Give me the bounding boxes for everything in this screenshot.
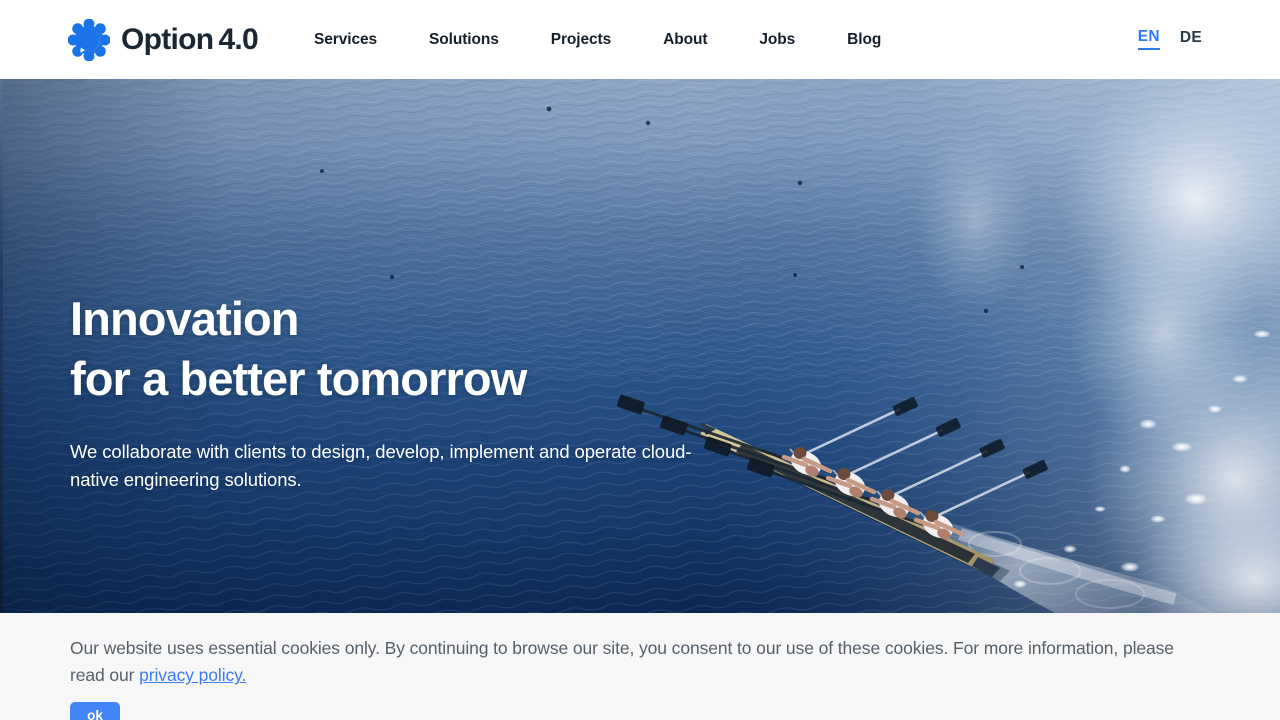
hero-title: Innovation for a better tomorrow (70, 289, 790, 409)
cookie-consent-banner: Our website uses essential cookies only.… (0, 613, 1280, 720)
cookie-accept-button[interactable]: ok (70, 701, 120, 720)
language-option-en[interactable]: EN (1137, 28, 1160, 50)
hero-subtitle: We collaborate with clients to design, d… (70, 438, 730, 494)
privacy-policy-link[interactable]: privacy policy. (139, 665, 246, 685)
nav-item-jobs[interactable]: Jobs (759, 25, 795, 55)
brand-logo-link[interactable]: Option 4.0 (68, 18, 259, 61)
hero-section: Innovation for a better tomorrow We coll… (0, 79, 1280, 613)
hero-left-edge (0, 79, 3, 613)
hero-subtitle-line-1: We collaborate with clients to design, d… (70, 441, 637, 463)
site-header: Option 4.0 Services Solutions Projects Ab… (0, 0, 1280, 79)
hero-title-line-1: Innovation (70, 292, 299, 345)
main-navigation: Services Solutions Projects About Jobs B… (314, 25, 881, 55)
brand-name: Option 4.0 (121, 22, 259, 56)
nav-item-services[interactable]: Services (314, 25, 377, 55)
language-switcher: EN DE (1137, 28, 1202, 50)
brand-name-main: Option (121, 22, 214, 56)
cookie-consent-text: Our website uses essential cookies only.… (70, 635, 1180, 690)
hero-content: Innovation for a better tomorrow We coll… (70, 289, 790, 495)
nav-item-solutions[interactable]: Solutions (429, 25, 499, 55)
gear-flower-icon (68, 18, 110, 61)
nav-item-about[interactable]: About (663, 25, 707, 55)
nav-item-projects[interactable]: Projects (551, 25, 611, 55)
hero-title-line-2: for a better tomorrow (70, 352, 527, 406)
language-option-de[interactable]: DE (1180, 29, 1202, 49)
page-root: Option 4.0 Services Solutions Projects Ab… (0, 0, 1280, 720)
nav-item-blog[interactable]: Blog (847, 25, 881, 55)
brand-name-version: 4.0 (218, 22, 259, 56)
